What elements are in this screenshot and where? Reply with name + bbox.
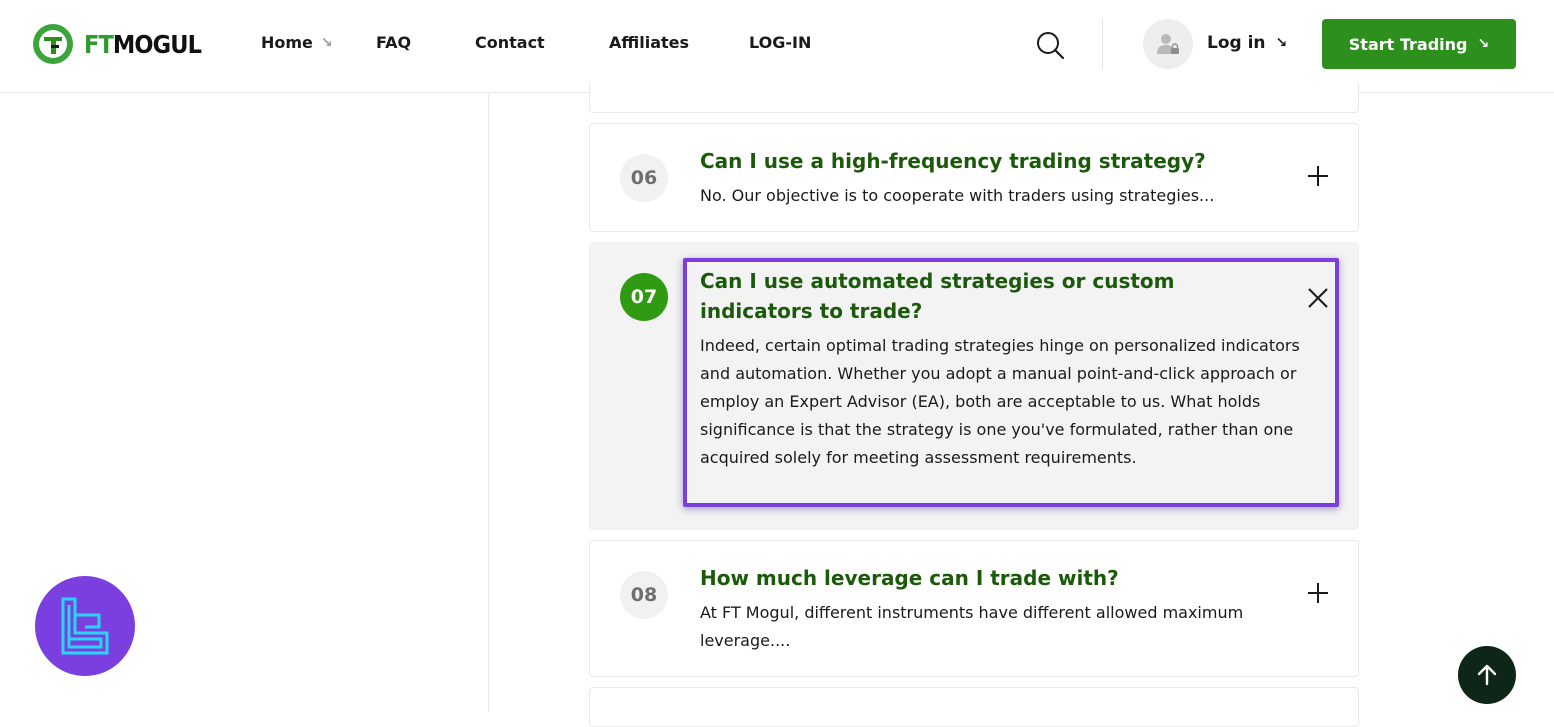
close-icon[interactable]: [1306, 286, 1330, 310]
nav-faq-label: FAQ: [376, 33, 412, 52]
nav-login[interactable]: LOG-IN: [749, 33, 811, 52]
faq-answer: At FT Mogul, different instruments have …: [700, 603, 1244, 650]
faq-question[interactable]: Can I use a high-frequency trading strat…: [700, 146, 1206, 176]
faq-number: 07: [620, 273, 668, 321]
login-link[interactable]: Log in ↘: [1207, 33, 1287, 53]
logo-mogul: MOGUL: [112, 29, 202, 59]
start-arrow-icon: ↘: [1477, 36, 1490, 52]
header-divider: [1102, 18, 1103, 70]
start-trading-button[interactable]: Start Trading ↘: [1322, 19, 1516, 69]
nav-affiliates[interactable]: Affiliates: [609, 33, 689, 52]
logo-badge-icon: [33, 24, 73, 64]
nav-home-label: Home: [261, 33, 313, 52]
faq-number: 06: [620, 154, 668, 202]
arrow-up-icon: [1477, 664, 1497, 686]
nav-faq[interactable]: FAQ: [376, 33, 411, 52]
logo-wordmark: FTMOGUL: [84, 29, 202, 59]
nav-home[interactable]: Home ↘: [261, 33, 333, 52]
home-arrow-icon: ↘: [320, 34, 333, 51]
faq-item-08[interactable]: 08 How much leverage can I trade with? A…: [589, 540, 1359, 677]
faq-answer: No. Our objective is to cooperate with t…: [700, 186, 1215, 205]
faq-item-06[interactable]: 06 Can I use a high-frequency trading st…: [589, 123, 1359, 232]
user-avatar[interactable]: [1143, 19, 1193, 69]
faq-item-07[interactable]: 07 Can I use automated strategies or cus…: [589, 242, 1359, 530]
login-arrow-icon: ↘: [1275, 35, 1288, 51]
content-divider: [488, 94, 489, 711]
tc-logo-icon: [61, 597, 109, 655]
nav-affiliates-label: Affiliates: [609, 33, 690, 52]
tc-logo-badge[interactable]: [35, 576, 135, 676]
faq-question[interactable]: Can I use automated strategies or custom…: [700, 266, 1290, 326]
scroll-to-top-button[interactable]: [1458, 646, 1516, 704]
plus-icon[interactable]: [1306, 581, 1330, 605]
faq-item-partial-top: [589, 80, 1359, 113]
faq-item-partial-bottom: [589, 687, 1359, 727]
login-label: Log in: [1207, 33, 1266, 53]
ftmogul-logo[interactable]: FTMOGUL: [32, 23, 214, 65]
faq-number: 08: [620, 571, 668, 619]
nav-login-label: LOG-IN: [749, 33, 812, 52]
start-trading-label: Start Trading: [1348, 34, 1468, 54]
nav-contact[interactable]: Contact: [475, 33, 545, 52]
faq-question[interactable]: How much leverage can I trade with?: [700, 563, 1119, 593]
nav-contact-label: Contact: [475, 33, 545, 52]
plus-icon[interactable]: [1306, 164, 1330, 188]
user-lock-icon: [1157, 34, 1179, 54]
search-icon[interactable]: [1034, 29, 1066, 61]
faq-answer: Indeed, certain optimal trading strategi…: [700, 336, 1300, 467]
logo-ft: FT: [84, 29, 114, 59]
